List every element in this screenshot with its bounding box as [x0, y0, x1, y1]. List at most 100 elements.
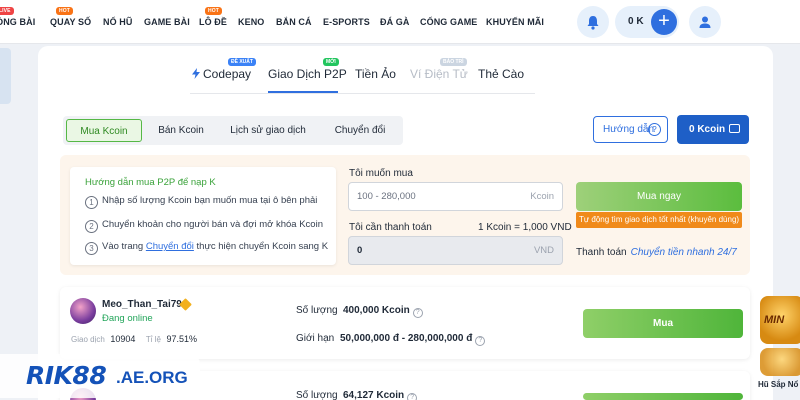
nav-item-fishing[interactable]: BẮN CÁ [276, 17, 312, 27]
recommended-tag: ĐỀ XUẤT [228, 58, 256, 66]
limit-value: 50,000,000 đ - 280,000,000 đ? [340, 333, 486, 346]
info-icon[interactable]: ? [407, 393, 418, 400]
tab-label: Tiền Ảo [355, 67, 396, 81]
wallet-icon [729, 124, 740, 133]
buy-guide-card: Hướng dẫn mua P2P để nạp K 1 Nhập số lượn… [70, 167, 336, 265]
step-text: thực hiện chuyển Kcoin sang K [193, 241, 329, 252]
tabs-divider [190, 93, 535, 94]
nav-item-slots[interactable]: NỔ HŨ [103, 17, 133, 27]
quantity-label: Số lượng [296, 305, 338, 316]
step-number: 1 [85, 196, 98, 209]
jackpot-logo-text: MIN [764, 314, 785, 326]
nav-item-lode[interactable]: HOT LÔ ĐỀ [199, 7, 228, 27]
nav-item-keno[interactable]: KENO [238, 17, 264, 27]
user-icon [699, 16, 711, 28]
nav-item-lottery[interactable]: HOT QUAY SỐ [50, 7, 92, 27]
quantity-label: Số lượng [296, 390, 338, 400]
nav-item-promotions[interactable]: KHUYẾN MÃI [486, 17, 544, 27]
nav-label: ĐÁ GÀ [380, 17, 410, 27]
watermark-brand: RIK88 [26, 361, 107, 390]
guide-label: Hướng dẫn [603, 124, 655, 135]
tab-p2p[interactable]: MỚI Giao Dịch P2P [268, 58, 347, 81]
new-tag: MỚI [323, 58, 339, 66]
kcoin-wallet-button[interactable]: 0 Kcoin [677, 115, 749, 144]
nav-item-card-games[interactable]: GAME BÀI [144, 17, 190, 27]
need-pay-label: Tôi cần thanh toán [349, 222, 432, 233]
tab-e-wallet[interactable]: BẢO TRÌ Ví Điện Tử [410, 58, 468, 81]
info-icon[interactable]: ? [475, 336, 486, 346]
quantity-value: 64,127 Kcoin? [343, 390, 418, 400]
nav-item-esports[interactable]: E-SPORTS [323, 17, 370, 27]
deposit-plus-button[interactable]: + [651, 9, 677, 35]
guide-title: Hướng dẫn mua P2P để nạp K [85, 177, 216, 188]
payment-label: Thanh toán [576, 247, 627, 258]
question-icon: ? [648, 123, 661, 136]
nav-label: KHUYẾN MÃI [486, 17, 545, 27]
balance-pill: 0 K + [615, 6, 679, 38]
nav-item-game-portal[interactable]: CỔNG GAME [420, 17, 477, 27]
tab-label: Codepay [203, 67, 252, 81]
buy-now-button[interactable]: Mua ngay [576, 182, 742, 211]
tab-crypto[interactable]: Tiền Ảo [355, 67, 396, 81]
subtab-history[interactable]: Lịch sử giao dịch [221, 116, 315, 145]
payment-method: Thanh toán Chuyển tiền nhanh 24/7 [576, 247, 737, 258]
tab-label: Ví Điện Tử [410, 67, 468, 81]
limit-range: 50,000,000 đ - 280,000,000 đ [340, 333, 473, 344]
guide-step-3: 3 Vào trang Chuyển đổi thực hiện chuyển K… [85, 241, 328, 255]
subtab-sell-kcoin[interactable]: Bán Kcoin [149, 116, 213, 145]
seller-avatar [70, 298, 96, 324]
limit-label: Giới hạn [296, 333, 335, 344]
quantity-amount: 64,127 Kcoin [343, 390, 405, 400]
notification-button[interactable] [577, 6, 609, 38]
live-badge: LIVE [0, 7, 14, 15]
exchange-rate: 1 Kcoin = 1,000 VND [478, 222, 572, 233]
payment-method-link[interactable]: Chuyển tiền nhanh 24/7 [631, 247, 737, 258]
nav-label: SÒNG BÀI [0, 17, 36, 27]
quantity-amount: 400,000 Kcoin [343, 305, 410, 316]
nav-label: QUAY SỐ [50, 17, 92, 27]
step-text: Nhập số lượng Kcoin bạn muốn mua tại ô b… [102, 195, 318, 206]
step-number: 2 [85, 220, 98, 233]
nav-label: NỔ HŨ [103, 17, 133, 27]
top-navigation: LIVE SÒNG BÀI HOT QUAY SỐ NỔ HŨ GAME BÀI… [0, 0, 800, 44]
seller-buy-button[interactable] [583, 393, 743, 400]
step-number: 3 [85, 242, 98, 255]
lightning-icon [192, 68, 200, 79]
user-profile-button[interactable] [689, 6, 721, 38]
payment-amount: 0 [357, 245, 363, 256]
watermark-domain: .AE.ORG [116, 368, 188, 387]
hot-badge: HOT [205, 7, 222, 15]
maintenance-tag: BẢO TRÌ [440, 58, 467, 66]
guide-button[interactable]: Hướng dẫn ? [593, 116, 668, 143]
info-icon[interactable]: ? [412, 308, 423, 318]
kcoin-unit: Kcoin [530, 191, 554, 202]
tab-label: Thẻ Cào [478, 67, 525, 81]
p2p-subtabs: Mua Kcoin Bán Kcoin Lịch sử giao dịch Ch… [63, 116, 403, 145]
rate-label: Tỉ lệ [145, 335, 161, 344]
amount-placeholder: 100 - 280,000 [357, 191, 416, 202]
guide-step-1: 1 Nhập số lượng Kcoin bạn muốn mua tại ô … [85, 195, 317, 209]
guide-step-2: 2 Chuyển khoản cho người bán và đợi mở kh… [85, 219, 323, 233]
nav-item-casino[interactable]: LIVE SÒNG BÀI [0, 7, 36, 27]
step-text: Vào trang [102, 241, 146, 252]
nav-label: GAME BÀI [144, 17, 190, 27]
payment-method-tabs: ĐỀ XUẤT Codepay MỚI Giao Dịch P2P Tiền Ả… [190, 58, 540, 95]
want-buy-label: Tôi muốn mua [349, 168, 413, 179]
convert-link[interactable]: Chuyển đổi [146, 241, 194, 252]
kcoin-amount-input[interactable]: 100 - 280,000 Kcoin [348, 182, 563, 211]
seller-buy-button[interactable]: Mua [583, 309, 743, 338]
nav-label: LÔ ĐỀ [199, 17, 228, 27]
completion-rate: 97.51% [166, 334, 198, 344]
tab-card[interactable]: Thẻ Cào [478, 67, 524, 81]
subtab-buy-kcoin[interactable]: Mua Kcoin [66, 119, 142, 142]
subtab-convert[interactable]: Chuyển đổi [321, 116, 399, 145]
trades-count: 10904 [110, 334, 136, 344]
left-side-tab[interactable] [0, 48, 11, 104]
jackpot-caption: Hũ Sắp Nổ [758, 380, 799, 389]
jackpot-promo-widget[interactable]: MIN Hũ Sắp Nổ [752, 292, 800, 400]
nav-label: BẮN CÁ [276, 17, 312, 27]
nav-item-cockfight[interactable]: ĐÁ GÀ [380, 17, 410, 27]
tab-codepay[interactable]: ĐỀ XUẤT Codepay [192, 58, 256, 81]
nav-label: KENO [238, 17, 265, 27]
nav-label: E-SPORTS [323, 17, 370, 27]
